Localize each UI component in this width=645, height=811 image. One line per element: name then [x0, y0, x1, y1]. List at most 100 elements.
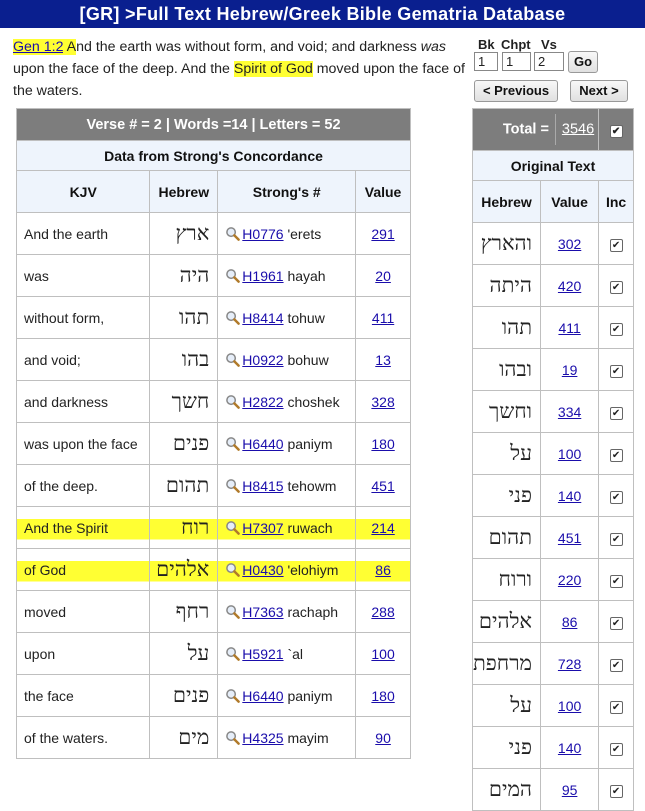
word-value-link[interactable]: 140 [558, 740, 581, 756]
include-checkbox[interactable]: ✔ [609, 365, 623, 378]
table-row: ובהו 19 ✔ [471, 348, 634, 391]
strongs-link[interactable]: H6440 [242, 688, 283, 704]
total-inc-checkbox[interactable]: ✔ [609, 124, 623, 138]
value-link[interactable]: 291 [371, 226, 394, 242]
book-input[interactable]: 1 [474, 52, 498, 71]
lookup-icon[interactable] [225, 604, 241, 619]
strongs-link[interactable]: H7307 [242, 520, 283, 536]
word-value-link[interactable]: 302 [558, 236, 581, 252]
table-row: was upon the face פנים H6440 paniym 180 [15, 422, 411, 465]
include-checkbox[interactable]: ✔ [609, 491, 623, 504]
word-value-link[interactable]: 95 [562, 782, 578, 798]
word-value-link[interactable]: 420 [558, 278, 581, 294]
strongs-link[interactable]: H0922 [242, 352, 283, 368]
table-row: תהום 451 ✔ [471, 516, 634, 559]
strongs-link[interactable]: H8414 [242, 310, 283, 326]
value-link[interactable]: 288 [371, 604, 394, 620]
include-checkbox[interactable]: ✔ [609, 575, 623, 588]
hebrew-word-cell: ובהו [471, 348, 542, 391]
total-value-link[interactable]: 3546 [562, 121, 594, 137]
value-link[interactable]: 100 [371, 646, 394, 662]
strongs-link[interactable]: H2822 [242, 394, 283, 410]
table-row: moved רחף H7363 rachaph 288 [15, 590, 411, 633]
value-cell: 214 [355, 506, 411, 549]
word-value-link[interactable]: 86 [562, 614, 578, 630]
lookup-icon[interactable] [225, 394, 241, 409]
word-value-link[interactable]: 411 [558, 320, 580, 336]
next-button[interactable]: Next > [570, 80, 628, 102]
chapter-label: Chpt [501, 37, 531, 52]
include-checkbox[interactable]: ✔ [609, 617, 623, 630]
value-link[interactable]: 180 [371, 436, 394, 452]
lookup-icon[interactable] [225, 352, 241, 367]
include-checkbox[interactable]: ✔ [609, 281, 623, 294]
value-link[interactable]: 86 [375, 562, 391, 578]
include-checkbox[interactable]: ✔ [609, 323, 623, 336]
kjv-cell: of the deep. [15, 464, 151, 507]
value-link[interactable]: 214 [371, 520, 394, 536]
value-link[interactable]: 451 [371, 478, 394, 494]
col-value: Value [355, 170, 411, 213]
strongs-link[interactable]: H0776 [242, 226, 283, 242]
value-link[interactable]: 328 [371, 394, 394, 410]
strongs-link[interactable]: H4325 [242, 730, 283, 746]
hebrew-word-cell: מרחפת [471, 642, 542, 685]
lookup-icon[interactable] [225, 730, 241, 745]
verse-reference-link[interactable]: Gen 1:2 [13, 39, 64, 55]
table-row: was היה H1961 hayah 20 [15, 254, 411, 297]
word-value-link[interactable]: 100 [558, 446, 581, 462]
value-link[interactable]: 90 [375, 730, 391, 746]
table-row: of the deep. תהום H8415 tehowm 451 [15, 464, 411, 507]
transliteration: paniym [287, 687, 333, 704]
lookup-icon[interactable] [225, 268, 241, 283]
word-value-link[interactable]: 728 [558, 656, 581, 672]
table-row: without form, תהו H8414 tohuw 411 [15, 296, 411, 339]
original-text-rows: והארץ 302 ✔ היתה 420 ✔ תהו 411 ✔ ובהו 19 ✔ וחשך 334 ✔ ע… [471, 222, 634, 811]
lookup-icon[interactable] [225, 436, 241, 451]
strongs-link[interactable]: H8415 [242, 478, 283, 494]
include-checkbox[interactable]: ✔ [609, 701, 623, 714]
word-value-link[interactable]: 140 [558, 488, 581, 504]
table-row: upon על H5921 `al 100 [15, 632, 411, 675]
include-checkbox[interactable]: ✔ [609, 239, 623, 252]
value-cell: 288 [355, 590, 411, 633]
include-checkbox[interactable]: ✔ [609, 785, 623, 798]
previous-button[interactable]: < Previous [474, 80, 558, 102]
inc-cell: ✔ [598, 726, 634, 769]
table-row: the face פנים H6440 paniym 180 [15, 674, 411, 717]
hebrew-word-cell: ורוח [471, 558, 542, 601]
inc-cell: ✔ [598, 306, 634, 349]
lookup-icon[interactable] [225, 688, 241, 703]
word-value-link[interactable]: 19 [562, 362, 578, 378]
word-value-link[interactable]: 451 [558, 530, 581, 546]
strongs-link[interactable]: H5921 [242, 646, 283, 662]
include-checkbox[interactable]: ✔ [609, 407, 623, 420]
lookup-icon[interactable] [225, 226, 241, 241]
include-checkbox[interactable]: ✔ [609, 659, 623, 672]
lookup-icon[interactable] [225, 562, 241, 577]
strongs-link[interactable]: H6440 [242, 436, 283, 452]
lookup-icon[interactable] [225, 478, 241, 493]
include-checkbox[interactable]: ✔ [609, 743, 623, 756]
lookup-icon[interactable] [225, 310, 241, 325]
word-value-link[interactable]: 220 [558, 572, 581, 588]
value-link[interactable]: 180 [371, 688, 394, 704]
lookup-icon[interactable] [225, 646, 241, 661]
value-link[interactable]: 20 [375, 268, 391, 284]
strongs-cell: H2822 choshek [217, 380, 357, 423]
kjv-cell: without form, [15, 296, 151, 339]
strongs-link[interactable]: H0430 [242, 562, 283, 578]
go-button[interactable]: Go [568, 51, 598, 73]
include-checkbox[interactable]: ✔ [609, 449, 623, 462]
verse-input[interactable]: 2 [534, 52, 564, 71]
word-value-link[interactable]: 100 [558, 698, 581, 714]
strongs-link[interactable]: H1961 [242, 268, 283, 284]
include-checkbox[interactable]: ✔ [609, 533, 623, 546]
value-link[interactable]: 411 [372, 310, 394, 326]
strongs-link[interactable]: H7363 [242, 604, 283, 620]
chapter-input[interactable]: 1 [502, 52, 531, 71]
value-link[interactable]: 13 [375, 352, 391, 368]
side-col-hebrew: Hebrew [471, 180, 542, 223]
lookup-icon[interactable] [225, 520, 241, 535]
word-value-link[interactable]: 334 [558, 404, 581, 420]
